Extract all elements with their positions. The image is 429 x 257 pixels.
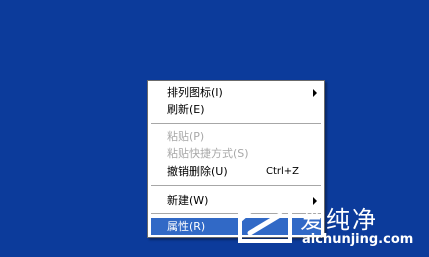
watermark-title: 爱纯净	[300, 206, 378, 234]
menu-item-label: 刷新(E)	[167, 103, 205, 116]
menu-item-label: 粘贴(P)	[167, 130, 205, 143]
menu-separator	[151, 185, 321, 186]
menu-item-paste-shortcut[interactable]: 粘贴快捷方式(S)	[151, 145, 321, 162]
menu-item-undo-delete[interactable]: 撤销删除(U) Ctrl+Z	[151, 163, 321, 180]
submenu-arrow-icon	[313, 89, 317, 97]
menu-item-arrange-icons[interactable]: 排列图标(I)	[151, 84, 321, 101]
menu-separator	[151, 123, 321, 124]
menu-item-label: 属性(R)	[167, 220, 206, 233]
menu-item-label: 粘贴快捷方式(S)	[167, 147, 249, 160]
menu-item-label: 新建(W)	[167, 194, 209, 207]
watermark-url: aichunjing.com	[302, 232, 414, 247]
menu-item-paste[interactable]: 粘贴(P)	[151, 128, 321, 145]
menu-item-shortcut: Ctrl+Z	[266, 166, 300, 177]
menu-item-refresh[interactable]: 刷新(E)	[151, 101, 321, 118]
menu-item-label: 排列图标(I)	[167, 86, 223, 99]
menu-item-label: 撤销删除(U)	[167, 165, 228, 178]
watermark-logo-icon	[238, 207, 292, 243]
